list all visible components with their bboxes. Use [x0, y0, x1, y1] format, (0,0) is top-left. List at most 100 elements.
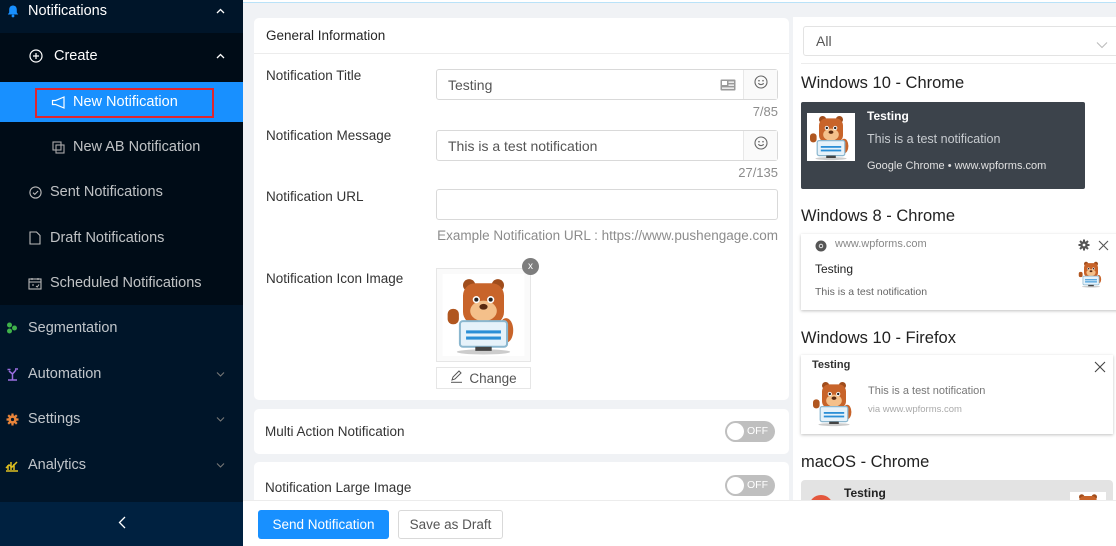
- sidebar-item-notifications[interactable]: Notifications: [0, 0, 243, 31]
- sidebar-item-label: Draft Notifications: [50, 230, 165, 246]
- preview-title-w10-firefox: Windows 10 - Firefox: [801, 329, 956, 347]
- divider: [801, 63, 1116, 64]
- sidebar-item-settings[interactable]: Settings: [0, 399, 243, 439]
- chevron-down-icon: [215, 460, 225, 470]
- save-draft-button[interactable]: Save as Draft: [398, 510, 503, 539]
- preview-notification-mac-chrome: Testing: [801, 480, 1113, 500]
- sidebar-item-label: Notifications: [28, 3, 107, 19]
- edit-icon: [450, 370, 463, 386]
- sidebar-item-new-notification[interactable]: New Notification: [0, 82, 243, 122]
- smile-icon: [753, 136, 768, 155]
- sidebar-item-label: Scheduled Notifications: [50, 275, 202, 291]
- sidebar-item-label: Settings: [28, 411, 81, 427]
- emoji-button[interactable]: [743, 70, 777, 99]
- segmentation-icon: [4, 320, 20, 336]
- large-image-toggle[interactable]: OFF: [725, 475, 775, 496]
- send-notification-button[interactable]: Send Notification: [258, 510, 389, 539]
- change-label: Change: [469, 370, 517, 386]
- action-bar: Send Notification Save as Draft: [243, 500, 1116, 546]
- notification-via: via www.wpforms.com: [868, 404, 962, 415]
- sidebar-collapse-button[interactable]: [0, 502, 243, 546]
- preview-notification-w10-chrome: Testing This is a test notification Goog…: [801, 102, 1085, 189]
- sidebar-item-draft-notifications[interactable]: Draft Notifications: [0, 218, 243, 258]
- notifications-submenu: Create New Notification New AB Notificat…: [0, 33, 243, 305]
- bear-mascot-image: [810, 379, 858, 427]
- notification-message-label: Notification Message: [266, 128, 392, 143]
- preview-title-mac-chrome: macOS - Chrome: [801, 453, 930, 471]
- multi-action-card: Multi Action Notification OFF: [254, 409, 789, 454]
- automation-icon: [4, 366, 20, 382]
- change-icon-button[interactable]: Change: [436, 367, 531, 389]
- platform-filter-select[interactable]: All: [803, 26, 1116, 56]
- sidebar-item-analytics[interactable]: Analytics: [0, 445, 243, 485]
- sidebar-item-automation[interactable]: Automation: [0, 354, 243, 394]
- notification-icon-preview: [436, 268, 531, 362]
- preview-title-w8-chrome: Windows 8 - Chrome: [801, 207, 956, 225]
- analytics-icon: [4, 457, 20, 473]
- large-image-label: Notification Large Image: [265, 479, 412, 495]
- sidebar-item-sent-notifications[interactable]: Sent Notifications: [0, 172, 243, 212]
- sidebar-item-new-ab-notification[interactable]: New AB Notification: [0, 127, 243, 167]
- sidebar-item-label: Analytics: [28, 457, 87, 473]
- sidebar-item-scheduled-notifications[interactable]: Scheduled Notifications: [0, 263, 243, 303]
- sidebar-item-label: Automation: [28, 366, 102, 382]
- sidebar-item-segmentation[interactable]: Segmentation: [0, 308, 243, 348]
- bear-mascot-image: [1070, 492, 1106, 500]
- preview-title-w10-chrome: Windows 10 - Chrome: [801, 74, 965, 92]
- smile-icon: [753, 75, 768, 94]
- notification-message: This is a test notification: [815, 286, 928, 298]
- chevron-down-icon: [215, 369, 225, 379]
- bear-mascot-image: [1077, 260, 1105, 288]
- bell-icon: [5, 3, 21, 19]
- remove-icon-button[interactable]: x: [522, 258, 539, 275]
- toggle-state: OFF: [747, 425, 768, 437]
- notification-message-input[interactable]: [437, 131, 743, 160]
- notification-source: Google Chrome • www.wpforms.com: [867, 160, 1047, 172]
- url-hint-text: Example Notification URL : https://www.p…: [437, 228, 778, 243]
- toggle-knob: [727, 477, 744, 494]
- megaphone-icon: [50, 94, 66, 110]
- notification-title-field: [436, 69, 778, 100]
- sidebar-item-create[interactable]: Create: [0, 36, 243, 76]
- chevron-up-icon: [215, 51, 225, 61]
- notification-url-field: [436, 189, 778, 220]
- notification-message: This is a test notification: [868, 385, 986, 397]
- personalization-icon[interactable]: [713, 70, 743, 99]
- message-char-counter: 27/135: [738, 165, 778, 180]
- sidebar-item-label: Create: [54, 48, 98, 64]
- chevron-up-icon: [215, 6, 225, 16]
- gear-icon[interactable]: [1078, 238, 1090, 256]
- notification-domain: www.wpforms.com: [835, 238, 927, 250]
- top-bar: [243, 0, 1116, 3]
- emoji-button[interactable]: [743, 131, 777, 160]
- sidebar: Notifications Create New Notification Ne…: [0, 0, 243, 546]
- chevron-down-icon: [1096, 36, 1108, 52]
- gear-icon: [4, 411, 20, 427]
- select-value: All: [816, 33, 832, 49]
- toggle-state: OFF: [747, 479, 768, 491]
- plus-circle-icon: [28, 48, 44, 64]
- file-icon: [27, 230, 43, 246]
- ab-copy-icon: [50, 139, 66, 155]
- multi-action-toggle[interactable]: OFF: [725, 421, 775, 442]
- close-icon[interactable]: [1098, 238, 1109, 256]
- preview-notification-w10-firefox: Testing This is a test notification via …: [801, 355, 1113, 434]
- bear-mascot-image: [442, 274, 525, 356]
- notification-title-label: Notification Title: [266, 68, 362, 83]
- notification-title: Testing: [844, 486, 886, 500]
- bear-mascot-image: [807, 113, 855, 161]
- close-icon[interactable]: [1094, 360, 1106, 378]
- notification-title-input[interactable]: [437, 70, 713, 99]
- sidebar-item-label: Segmentation: [28, 320, 118, 336]
- title-char-counter: 7/85: [752, 104, 778, 119]
- notification-icon-label: Notification Icon Image: [266, 271, 404, 286]
- calendar-icon: [27, 275, 43, 291]
- notification-message-field: [436, 130, 778, 161]
- multi-action-label: Multi Action Notification: [265, 424, 405, 439]
- notification-url-input[interactable]: [437, 190, 777, 219]
- chevron-down-icon: [215, 414, 225, 424]
- card-title: General Information: [254, 18, 789, 54]
- chevron-left-icon: [118, 516, 126, 533]
- sidebar-item-label: New Notification: [73, 94, 178, 110]
- preview-panel: All Windows 10 - Chrome Testing This is …: [793, 17, 1116, 500]
